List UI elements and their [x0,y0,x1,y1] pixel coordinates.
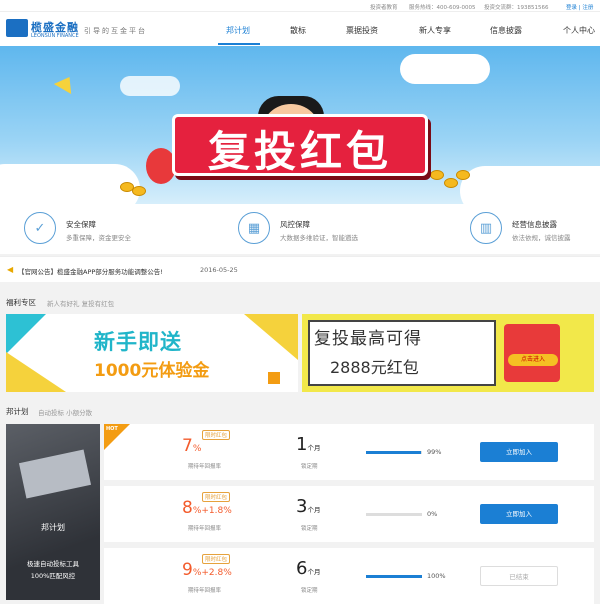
progress-bar [366,575,422,578]
feature-title: 风控保障 [280,220,310,229]
top-info-bar: 投资者教育 服务热线：400-609-0005 投资交流群：193851566 … [0,0,600,12]
progress-percent: 0% [427,510,438,518]
welfare-subtitle: 新人有好礼 复投有红包 [47,300,115,308]
product-row: 9%+2.8% 限时红包 期待年回报率 6个月 锁定期 100% 已结束 [104,548,594,604]
login-register-link[interactable]: 登录 | 注册 [566,3,593,11]
site-header: 榄盛金融 LEONSUN FINANCE 引导的互金平台 邦计划 散标 票据投资… [0,12,600,46]
nav-newcomer[interactable]: 新人专享 [419,25,451,36]
promo-left-line2: 1000元体验金 [94,361,210,381]
logo-icon[interactable] [6,19,28,37]
rate-label: 期待年回报率 [188,464,222,470]
nav-loans[interactable]: 散标 [290,25,306,36]
product-row: HOT 7% 限时红包 期待年回报率 1个月 锁定期 99% 立即加入 [104,424,594,480]
notice-link[interactable]: 【官网公告】榄盛金融APP部分服务功能调整公告! [18,266,163,276]
reinvest-promo-card[interactable]: 复投最高可得 2888元红包 点击进入 [302,314,594,392]
nav-bill-invest[interactable]: 票据投资 [346,25,378,36]
side-subtitle-1: 极速自动投标工具 [27,560,79,568]
notice-date: 2016-05-25 [200,266,238,274]
confetti-icon [53,71,79,95]
join-button[interactable]: 立即加入 [480,504,558,524]
nav-bang-plan[interactable]: 邦计划 [226,25,250,36]
grid-icon: ▦ [238,212,270,244]
slogan: 引导的互金平台 [84,27,147,35]
lock-term: 1个月 [296,434,321,455]
progress-bar [366,451,422,454]
promo-right-line1: 复投最高可得 [314,329,422,349]
hotline-text: 服务热线：400-609-0005 [409,5,476,11]
term-label: 锁定期 [301,464,318,470]
banner-title: 复投红包 [207,127,392,176]
feature-subtitle: 大数据多维验证，智能遴选 [280,234,358,242]
plan-subtitle: 自动投标 小额分散 [38,409,93,417]
nav-active-indicator [218,43,260,45]
feature-subtitle: 依法依规，诚信披露 [512,234,571,242]
feature-subtitle: 多重保障，资金更安全 [66,234,131,242]
notice-bar: ◀ 【官网公告】榄盛金融APP部分服务功能调整公告! 2016-05-25 [0,256,600,282]
side-subtitle-2: 100%匹配风控 [30,572,76,580]
join-button[interactable]: 立即加入 [480,442,558,462]
shield-icon: ✓ [24,212,56,244]
rate-label: 期待年回报率 [188,526,222,532]
features-strip: ✓ 安全保障 多重保障，资金更安全 ▦ 风控保障 大数据多维验证，智能遴选 ▥ … [0,204,600,254]
welfare-title: 福利专区 [6,298,36,307]
expected-rate: 7% [182,436,202,456]
term-label: 锁定期 [301,526,318,532]
promo-left-line1: 新手即送 [94,330,182,354]
investor-education-link[interactable]: 投资者教育 [370,3,398,11]
nav-disclosure[interactable]: 信息披露 [490,25,522,36]
bonus-badge: 限时红包 [202,492,231,502]
promo-enter-button[interactable]: 点击进入 [508,354,558,366]
ended-button[interactable]: 已结束 [480,566,558,586]
nav-personal-center[interactable]: 个人中心 [563,25,595,36]
qq-group-text: 投资交流群：193851566 [484,5,549,11]
laptop-icon [18,449,92,499]
chart-icon: ▥ [470,212,502,244]
promo-right-line2: 2888元红包 [330,358,419,377]
hot-tag-text: HOT [106,426,118,432]
plan-title: 邦计划 [6,407,29,416]
newcomer-promo-card[interactable]: 新手即送 1000元体验金 [6,314,298,392]
term-label: 锁定期 [301,588,318,594]
progress-percent: 100% [427,572,446,580]
side-title: 邦计划 [41,523,65,532]
bonus-badge: 限时红包 [202,430,231,440]
progress-percent: 99% [427,448,442,456]
bonus-badge: 限时红包 [202,554,231,564]
lock-term: 6个月 [296,558,321,579]
hero-banner[interactable]: 复投红包 [0,46,600,204]
product-row: 8%+1.8% 限时红包 期待年回报率 3个月 锁定期 0% 立即加入 [104,486,594,542]
red-envelope-icon [504,324,560,382]
progress-bar [366,513,422,516]
speaker-icon: ◀ [7,265,14,274]
plan-side-banner[interactable]: 邦计划 极速自动投标工具 100%匹配风控 [6,424,100,600]
lock-term: 3个月 [296,496,321,517]
feature-title: 安全保障 [66,220,96,229]
rate-label: 期待年回报率 [188,588,222,594]
feature-title: 经营信息披露 [512,220,557,229]
logo-subtext: LEONSUN FINANCE [31,33,79,39]
